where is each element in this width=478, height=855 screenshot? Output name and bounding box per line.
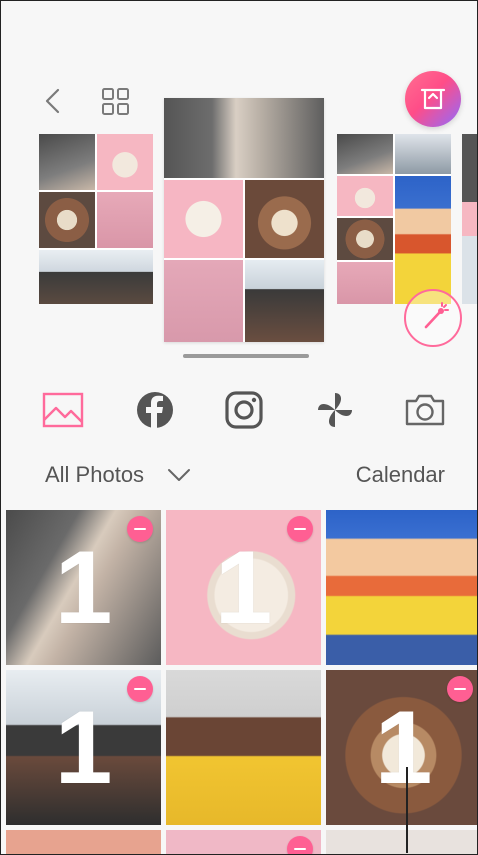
- gallery-photo[interactable]: [6, 830, 161, 854]
- template-left[interactable]: [39, 134, 153, 304]
- template-photo: [164, 260, 243, 342]
- remove-icon[interactable]: [287, 516, 313, 542]
- chevron-down-icon[interactable]: [166, 464, 192, 486]
- template-photo: [245, 260, 324, 342]
- gallery-photo[interactable]: 1: [6, 670, 161, 825]
- remove-icon[interactable]: [127, 516, 153, 542]
- template-photo: [164, 180, 243, 258]
- magic-wand-icon: [424, 302, 449, 329]
- template-photo: [97, 134, 153, 190]
- image-icon: [42, 392, 84, 428]
- template-photo: [337, 262, 393, 304]
- template-photo: [395, 176, 451, 304]
- remove-icon[interactable]: [127, 676, 153, 702]
- remove-icon[interactable]: [287, 836, 313, 854]
- facebook-icon: [137, 392, 173, 428]
- gallery-photo[interactable]: [166, 830, 321, 854]
- album-dropdown[interactable]: All Photos: [45, 462, 144, 488]
- template-photo: [395, 134, 451, 174]
- gallery-photo[interactable]: [326, 510, 477, 665]
- selection-count: 1: [54, 529, 113, 646]
- pinwheel-icon: [318, 393, 352, 427]
- chevron-left-icon[interactable]: [39, 87, 67, 115]
- template-photo: [97, 192, 153, 248]
- template-right[interactable]: [337, 134, 451, 304]
- selection-count: 1: [214, 529, 273, 646]
- source-pinwheel[interactable]: [311, 386, 359, 434]
- template-photo: [39, 134, 95, 190]
- instagram-icon: [225, 391, 263, 429]
- gallery-photo[interactable]: [326, 830, 477, 854]
- template-photo: [337, 134, 393, 174]
- selection-count: 1: [54, 689, 113, 806]
- carousel-scroll-indicator: [183, 354, 309, 358]
- text-cursor-indicator: [406, 767, 408, 853]
- template-photo: [164, 98, 324, 178]
- template-photo: [39, 250, 153, 304]
- template-center[interactable]: [164, 98, 324, 342]
- album-filter-row: All Photos Calendar: [1, 456, 477, 496]
- camera-icon: [405, 394, 445, 426]
- grid-icon[interactable]: [101, 87, 131, 117]
- template-photo: [39, 192, 95, 248]
- template-photo: [337, 176, 393, 216]
- selection-count: 1: [374, 689, 433, 806]
- photo-source-bar: [1, 386, 477, 436]
- gallery-photo[interactable]: 1: [6, 510, 161, 665]
- app-screen: All Photos Calendar 1 1 1 1: [0, 0, 478, 855]
- template-photo: [245, 180, 324, 258]
- template-photo: [337, 218, 393, 260]
- gallery-photo[interactable]: 1: [166, 510, 321, 665]
- gallery-photo[interactable]: [166, 670, 321, 825]
- print-tray-button[interactable]: [405, 71, 461, 127]
- edit-template-button[interactable]: [404, 289, 462, 347]
- source-instagram[interactable]: [220, 386, 268, 434]
- source-facebook[interactable]: [131, 386, 179, 434]
- print-tray-icon: [420, 88, 446, 110]
- template-next-peek[interactable]: [462, 134, 477, 304]
- gallery-photo[interactable]: 1: [326, 670, 477, 825]
- source-gallery[interactable]: [39, 386, 87, 434]
- source-camera[interactable]: [401, 386, 449, 434]
- remove-icon[interactable]: [447, 676, 473, 702]
- calendar-button[interactable]: Calendar: [356, 462, 445, 488]
